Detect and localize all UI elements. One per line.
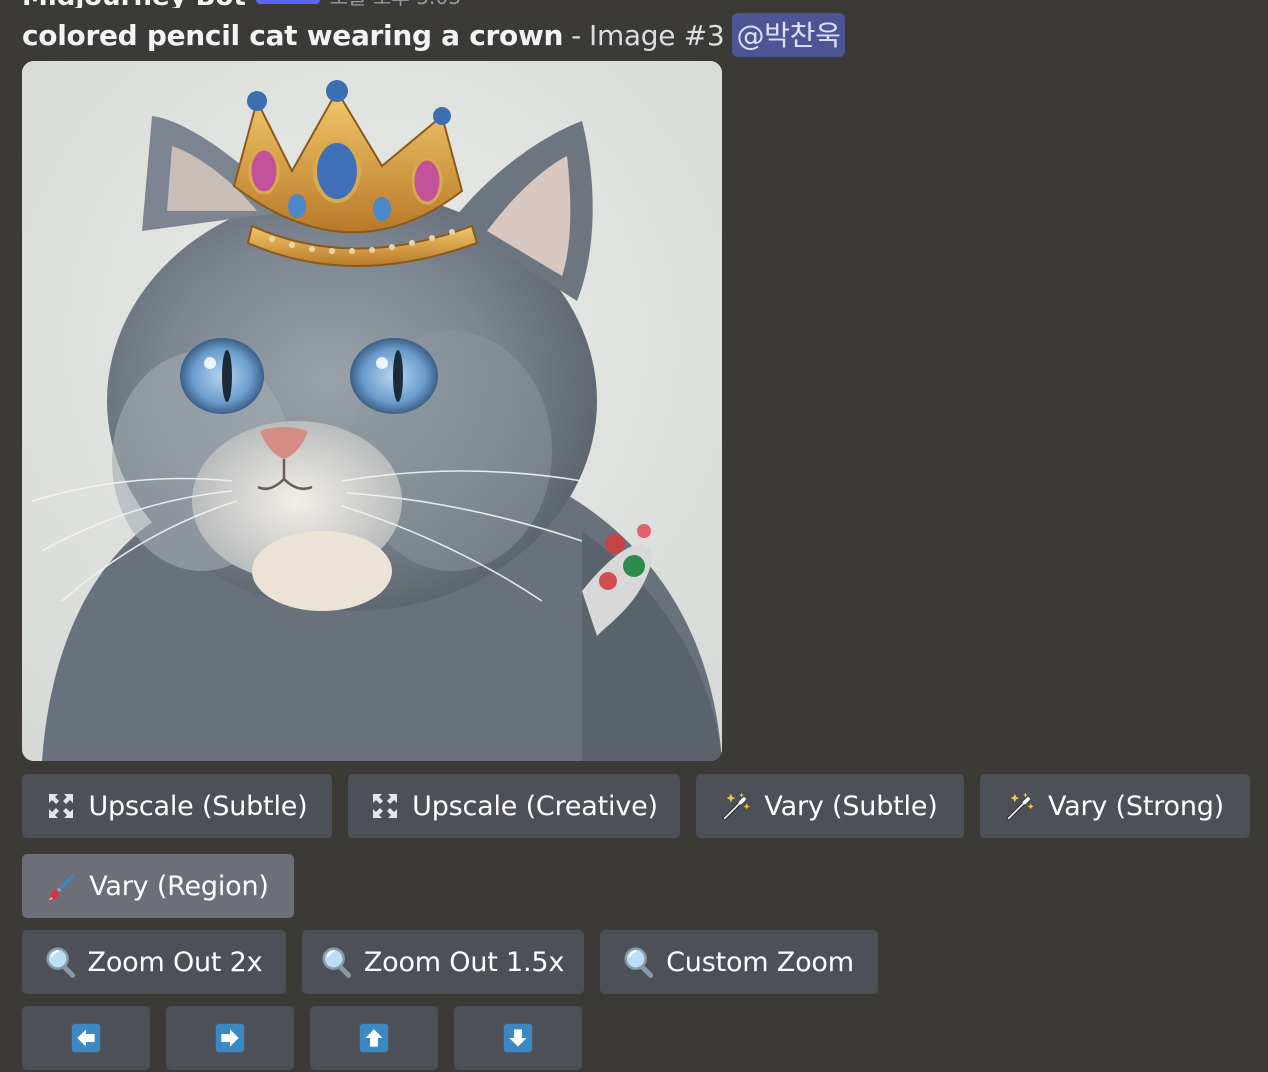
magic-wand-icon (722, 791, 752, 821)
prompt-text: colored pencil cat wearing a crown (22, 18, 564, 52)
vary-subtle-button[interactable]: Vary (Subtle) (696, 774, 964, 838)
button-label: Upscale (Subtle) (88, 790, 308, 822)
arrow-left-icon (71, 1023, 101, 1053)
arrow-down-icon (503, 1023, 533, 1053)
message-header: Midjourney Bot 오늘 오후 3:03 (22, 0, 461, 8)
author-name[interactable]: Midjourney Bot (22, 0, 246, 8)
pan-up-button[interactable] (310, 1006, 438, 1070)
upscale-icon (46, 791, 76, 821)
magnifier-icon (624, 947, 654, 978)
button-label: Vary (Strong) (1047, 790, 1225, 822)
pan-left-button[interactable] (22, 1006, 150, 1070)
upscale-creative-button[interactable]: Upscale (Creative) (348, 774, 680, 838)
zoom-out-1-5x-button[interactable]: Zoom Out 1.5x (302, 930, 584, 994)
pan-right-button[interactable] (166, 1006, 294, 1070)
button-label: Zoom Out 2x (87, 946, 263, 978)
app-badge (255, 0, 320, 4)
image-number: Image #3 (588, 18, 725, 52)
button-label: Zoom Out 1.5x (363, 946, 565, 978)
cat-crown-illustration (22, 61, 722, 761)
magnifier-icon (322, 947, 352, 978)
separator: - (571, 18, 581, 52)
custom-zoom-button[interactable]: Custom Zoom (600, 930, 878, 994)
button-label: Vary (Region) (89, 870, 269, 902)
message-content: colored pencil cat wearing a crown - Ima… (22, 13, 845, 57)
arrow-right-icon (215, 1023, 245, 1053)
upscale-icon (370, 791, 400, 821)
paintbrush-icon (47, 871, 77, 901)
zoom-out-2x-button[interactable]: Zoom Out 2x (22, 930, 286, 994)
upscale-subtle-button[interactable]: Upscale (Subtle) (22, 774, 332, 838)
pan-down-button[interactable] (454, 1006, 582, 1070)
user-mention[interactable]: @박찬욱 (732, 13, 845, 57)
message-timestamp: 오늘 오후 3:03 (330, 0, 461, 8)
arrow-up-icon (359, 1023, 389, 1053)
generated-image[interactable] (22, 61, 722, 761)
magic-wand-icon (1006, 791, 1036, 821)
button-label: Upscale (Creative) (412, 790, 658, 822)
magnifier-icon (45, 947, 76, 978)
button-label: Vary (Subtle) (764, 790, 938, 822)
button-label: Custom Zoom (666, 946, 854, 978)
vary-strong-button[interactable]: Vary (Strong) (980, 774, 1250, 838)
vary-region-button[interactable]: Vary (Region) (22, 854, 294, 918)
